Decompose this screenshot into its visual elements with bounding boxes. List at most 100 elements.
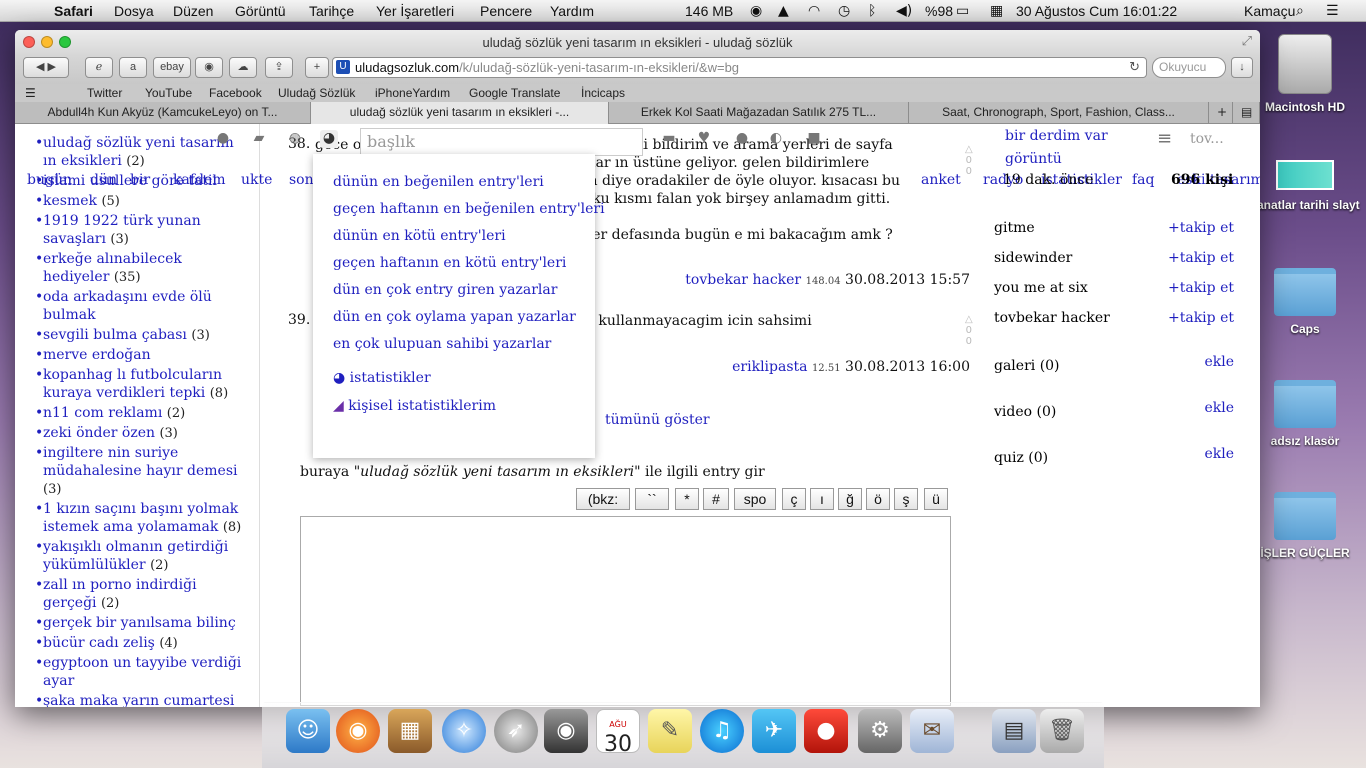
entry-textarea[interactable] xyxy=(300,516,951,706)
nav-link-anket[interactable]: anket xyxy=(921,172,961,188)
amazon-extension-button[interactable]: a xyxy=(119,57,147,78)
upvote-icon[interactable]: △ xyxy=(965,144,973,155)
stats-icon[interactable]: ◕ xyxy=(320,130,338,148)
sidebar-topic-link[interactable]: zeki önder özen xyxy=(43,425,155,441)
notification-center-icon[interactable]: ☰ xyxy=(1326,3,1339,19)
battery-percentage[interactable]: %98 xyxy=(925,3,953,19)
nav-link-ukte[interactable]: ukte xyxy=(241,172,272,188)
spotlight-icon[interactable]: ⌕ xyxy=(1296,3,1304,19)
downloads-stack-icon[interactable]: ▤ xyxy=(992,709,1036,753)
bookmark-facebook[interactable]: Facebook xyxy=(209,86,262,100)
bluetooth-icon[interactable]: ᛒ xyxy=(868,3,876,19)
menu-item-edit[interactable]: Düzen xyxy=(173,3,213,19)
forward-arrow-icon[interactable]: ▶ xyxy=(48,61,56,73)
battery-icon[interactable]: ▭ xyxy=(956,3,969,19)
char-u-button[interactable]: ü xyxy=(924,488,948,510)
sidebar-topic-link[interactable]: zall ın porno indirdiği gerçeği xyxy=(43,577,197,611)
facetime-icon[interactable]: ◉ xyxy=(544,709,588,753)
nav-link-bir[interactable]: bir xyxy=(130,172,150,188)
bookmark-uludag[interactable]: Uludağ Sözlük xyxy=(278,86,355,100)
dropdown-item-stats[interactable]: ◕ istatistikler xyxy=(333,370,431,386)
dropdown-item[interactable]: dünün en beğenilen entry'leri xyxy=(333,174,544,190)
vote-widget[interactable]: △ 0 0 xyxy=(965,314,973,347)
header-link[interactable]: bir derdim var xyxy=(1005,128,1108,144)
photo-app-icon[interactable]: ▦ xyxy=(388,709,432,753)
title-search-input[interactable]: başlık xyxy=(360,128,643,156)
format-hash-button[interactable]: # xyxy=(703,488,729,510)
bookmark-twitter[interactable]: Twitter xyxy=(87,86,122,100)
friends-icon[interactable]: ● xyxy=(733,130,751,148)
char-o-button[interactable]: ö xyxy=(866,488,890,510)
sidebar-topic-item[interactable]: zall ın porno indirdiği gerçeği (2) xyxy=(35,576,250,613)
sidebar-topic-item[interactable]: egyptoon un tayyibe verdiği ayar xyxy=(35,654,250,691)
address-bar[interactable]: U uludagsozluk.com/k/uludağ-sözlük-yeni-… xyxy=(332,57,1147,78)
bookmark-youtube[interactable]: YouTube xyxy=(145,86,192,100)
entry-author-link[interactable]: tovbekar hacker xyxy=(685,272,801,288)
system-preferences-icon[interactable]: ⚙ xyxy=(858,709,902,753)
sidebar-topic-link[interactable]: egyptoon un tayyibe verdiği ayar xyxy=(43,655,241,689)
tab-twitter[interactable]: Abdull4h Kun Akyüz (KamcukeLeyo) on T... xyxy=(15,102,311,124)
char-g-button[interactable]: ğ xyxy=(838,488,862,510)
tab-saat[interactable]: Erkek Kol Saati Mağazadan Satılık 275 TL… xyxy=(609,102,909,124)
calendar-icon[interactable]: ▦ xyxy=(990,3,1003,19)
nav-link-faq[interactable]: faq xyxy=(1132,172,1155,188)
tab-uludag-active[interactable]: uludağ sözlük yeni tasarım ın eksikleri … xyxy=(311,102,609,124)
reader-button[interactable]: Okuyucu xyxy=(1152,57,1226,78)
desktop-icon-untitled[interactable]: adsız klasör xyxy=(1250,380,1360,448)
sidebar-topic-link[interactable]: 1 kızın saçını başını yolmak istemek ama… xyxy=(43,501,238,535)
dropdown-item[interactable]: en çok ulupuan sahibi yazarlar xyxy=(333,336,551,352)
itunes-icon[interactable]: ♫ xyxy=(700,709,744,753)
sidebar-topic-item[interactable]: bücür cadı zeliş (4) xyxy=(35,634,250,653)
sidebar-topic-item[interactable]: sevgili bulma çabası (3) xyxy=(35,326,250,345)
menu-icon[interactable]: ≡ xyxy=(1157,128,1172,149)
back-forward-buttons[interactable]: ◀ ▶ xyxy=(23,57,69,78)
sidebar-topic-item[interactable]: gerçek bir yanılsama bilinç xyxy=(35,614,250,633)
sidebar-topic-item[interactable]: oda arkadaşını evde ölü bulmak xyxy=(35,288,250,325)
format-spoiler-button[interactable]: spo xyxy=(734,488,776,510)
menu-item-view[interactable]: Görüntü xyxy=(235,3,286,19)
sidebar-topic-item[interactable]: erkeğe alınabilecek hediyeler (35) xyxy=(35,250,250,287)
format-star-button[interactable]: * xyxy=(675,488,699,510)
dropdown-item[interactable]: dün en çok entry giren yazarlar xyxy=(333,282,557,298)
desktop-icon-isler[interactable]: İŞLER GÜÇLER xyxy=(1250,492,1360,560)
cloud-button[interactable]: ☁ xyxy=(229,57,257,78)
add-video-button[interactable]: ekle xyxy=(1204,400,1234,416)
desktop-icon-caps[interactable]: Caps xyxy=(1250,268,1360,336)
sidebar-topic-item[interactable]: zeki önder özen (3) xyxy=(35,424,250,443)
calendar-icon[interactable]: AĞU 30 xyxy=(596,709,640,757)
bookmark-iphoneyardim[interactable]: iPhoneYardım xyxy=(375,86,450,100)
menu-item-file[interactable]: Dosya xyxy=(114,3,154,19)
memory-status[interactable]: 146 MB xyxy=(685,3,733,19)
sidebar-topic-item[interactable]: kopanhag lı futbolcuların kuraya verdikl… xyxy=(35,366,250,403)
notifications-icon[interactable]: ◍ xyxy=(286,130,304,148)
share-button[interactable]: ⇪ xyxy=(265,57,293,78)
dropdown-item[interactable]: dünün en kötü entry'leri xyxy=(333,228,506,244)
menu-item-help[interactable]: Yardım xyxy=(550,3,594,19)
bookmark-google-translate[interactable]: Google Translate xyxy=(469,86,560,100)
reading-list-icon[interactable]: ☰ xyxy=(25,86,36,100)
sidebar-topic-link[interactable]: bücür cadı zeliş xyxy=(43,635,155,651)
sidebar-topic-item[interactable]: n11 com reklamı (2) xyxy=(35,404,250,423)
sidebar-topic-link[interactable]: merve erdoğan xyxy=(43,347,151,363)
sidebar-topic-link[interactable]: sevgili bulma çabası xyxy=(43,327,187,343)
camera-icon[interactable]: ◉ xyxy=(750,3,762,19)
desktop-icon-hd[interactable]: Macintosh HD xyxy=(1250,34,1360,114)
menu-app-name[interactable]: Safari xyxy=(54,3,93,19)
entry-author-link[interactable]: eriklipasta xyxy=(732,359,807,375)
angry-birds-icon[interactable]: ● xyxy=(804,709,848,753)
nav-link-bugun[interactable]: bugün xyxy=(27,172,72,188)
sidebar-topic-link[interactable]: oda arkadaşını evde ölü bulmak xyxy=(43,289,212,323)
ie-extension-button[interactable]: ℯ xyxy=(85,57,113,78)
follow-button[interactable]: +takip et xyxy=(1168,310,1234,326)
char-c-button[interactable]: ç xyxy=(782,488,806,510)
sidebar-topic-link[interactable]: kopanhag lı futbolcuların kuraya verdikl… xyxy=(43,367,222,401)
time-machine-icon[interactable]: ◷ xyxy=(838,3,850,19)
sidebar-topic-link[interactable]: şaka maka yarın cumartesi olması xyxy=(43,693,234,707)
fullscreen-icon[interactable]: ⤢ xyxy=(1242,34,1252,49)
downloads-button[interactable]: ↓ xyxy=(1231,57,1253,78)
tab-chronograph[interactable]: Saat, Chronograph, Sport, Fashion, Class… xyxy=(909,102,1209,124)
minimize-window-button[interactable] xyxy=(41,36,53,48)
adobe-icon[interactable]: ▲ xyxy=(778,3,789,19)
sidebar-topic-link[interactable]: yakışıklı olmanın getirdiği yükümlülükle… xyxy=(43,539,228,573)
finder-icon[interactable]: ☺ xyxy=(286,709,330,753)
